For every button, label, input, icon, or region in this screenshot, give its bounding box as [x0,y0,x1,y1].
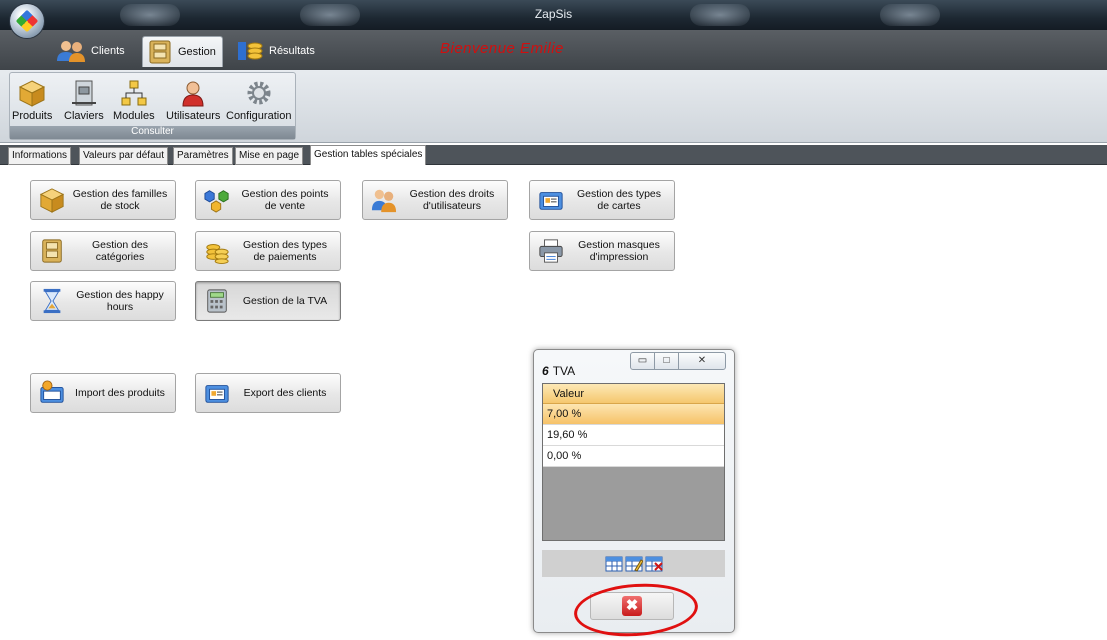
dialog-title-text: TVA [552,364,576,378]
box-icon [39,188,65,213]
folder-icon [149,40,171,64]
maximize-button[interactable]: □ [654,352,679,370]
app-menu-button[interactable] [10,4,44,38]
minimize-icon: ▭ [637,355,648,366]
ribbon-group-consulter: Produits Claviers Modules Utilisateurs C… [9,72,296,140]
ribbon-button-label: Configuration [226,110,292,122]
tab-clients[interactable]: Clients [52,36,131,66]
user-icon [182,81,204,107]
ribbon-button-claviers[interactable]: Claviers [64,79,104,122]
table-row[interactable]: 0,00 % [543,446,724,467]
ribbon-button-label: Utilisateurs [166,110,221,122]
card-folder-icon [205,385,229,403]
ribbon-group-label: Consulter [10,126,295,139]
calculator-icon [207,289,227,313]
gestion-types-paiements-button[interactable]: Gestion des types de paiements [195,231,341,271]
welcome-message: Bienvenue Emilie [440,40,564,57]
dialog-title-prefix: 6 [542,364,549,378]
window-title: ZapSis [534,7,573,21]
network-nodes-icon [204,190,229,213]
tab-clients-label: Clients [91,45,125,57]
gear-icon [247,81,271,105]
button-label: Gestion masques d'impression [578,239,660,263]
hierarchy-icon [121,80,147,106]
button-label: Gestion des points de vente [241,188,329,212]
tab-gestion-tables-speciales[interactable]: Gestion tables spéciales [310,145,427,165]
button-label: Gestion des happy hours [76,289,164,313]
gestion-tva-button[interactable]: Gestion de la TVA [195,281,341,321]
table-row[interactable]: 19,60 % [543,425,724,446]
import-icon [40,380,64,403]
app-logo-icon [15,9,39,33]
dialog-title: 6 TVA [542,364,575,378]
tab-gestion[interactable]: Gestion [142,36,223,67]
tva-grid: Valeur 7,00 % 19,60 % 0,00 % [542,383,725,541]
button-label: Gestion des types de paiements [242,239,328,263]
export-clients-button[interactable]: Export des clients [195,373,341,413]
button-label: Gestion des droits d'utilisateurs [409,188,495,212]
gestion-points-vente-button[interactable]: Gestion des points de vente [195,180,341,220]
ribbon-panel: Produits Claviers Modules Utilisateurs C… [0,70,1107,143]
users-icon [57,41,85,62]
minimize-button[interactable]: ▭ [630,352,655,370]
keyboard-icon [71,80,96,106]
button-label: Gestion de la TVA [242,295,328,307]
gestion-familles-button[interactable]: Gestion des familles de stock [30,180,176,220]
folder-icon [42,239,62,263]
ribbon-button-produits[interactable]: Produits [12,79,52,122]
printer-icon [539,239,563,263]
tab-mise-en-page[interactable]: Mise en page [235,147,304,165]
page-tab-bar: Informations Valeurs par défaut Paramètr… [0,145,1107,165]
button-label: Gestion des catégories [91,239,149,263]
coins-icon [206,244,229,264]
tab-valeurs-par-defaut[interactable]: Valeurs par défaut [79,147,168,165]
box-icon [19,80,46,107]
gestion-types-cartes-button[interactable]: Gestion des types de cartes [529,180,675,220]
gestion-droits-button[interactable]: Gestion des droits d'utilisateurs [362,180,508,220]
grid-toolbar [542,550,725,577]
ribbon-button-configuration[interactable]: Configuration [226,79,291,122]
delete-row-icon[interactable] [645,556,663,572]
ribbon-button-modules[interactable]: Modules [113,79,155,122]
card-folder-icon [539,192,563,210]
table-row[interactable]: 7,00 % [543,404,724,425]
users-icon [371,189,397,213]
ribbon-button-label: Claviers [64,110,104,122]
import-produits-button[interactable]: Import des produits [30,373,176,413]
gestion-happy-hours-button[interactable]: Gestion des happy hours [30,281,176,321]
gestion-categories-button[interactable]: Gestion des catégories [30,231,176,271]
close-icon: ✕ [697,355,707,366]
title-bar: ZapSis [0,0,1107,30]
coins-chart-icon [238,42,263,60]
add-row-icon[interactable] [605,556,623,572]
button-label: Export des clients [243,387,327,399]
tab-gestion-label: Gestion [178,46,216,58]
hourglass-icon [43,288,61,314]
button-label: Gestion des types de cartes [576,188,662,212]
tab-informations[interactable]: Informations [8,147,72,165]
ribbon-button-label: Modules [113,110,155,122]
gestion-masques-impression-button[interactable]: Gestion masques d'impression [529,231,675,271]
button-label: Gestion des familles de stock [72,188,168,212]
ribbon-button-label: Produits [12,110,53,122]
maximize-icon: □ [663,355,670,366]
close-window-button[interactable]: ✕ [678,352,726,370]
tab-parametres[interactable]: Paramètres [173,147,233,165]
column-header-valeur[interactable]: Valeur [543,384,724,404]
tab-resultats[interactable]: Résultats [232,36,321,66]
ribbon-button-utilisateurs[interactable]: Utilisateurs [166,79,220,122]
edit-row-icon[interactable] [625,556,643,572]
button-label: Import des produits [75,387,165,399]
tab-resultats-label: Résultats [269,45,315,57]
